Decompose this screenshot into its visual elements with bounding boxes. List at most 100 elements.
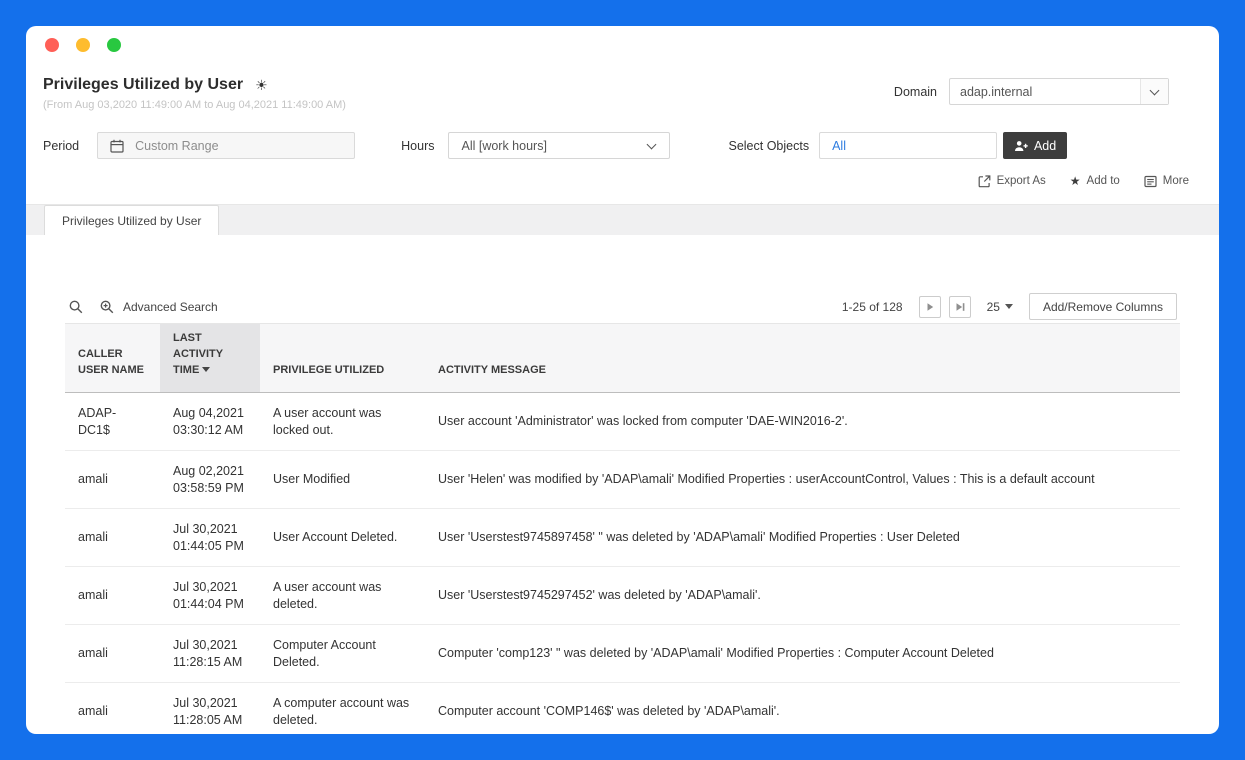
activity-date: Aug 04,2021 (173, 405, 248, 422)
minimize-window-button[interactable] (76, 38, 90, 52)
activity-date: Jul 30,2021 (173, 521, 248, 538)
table-toolbar: Advanced Search 1-25 of 128 25 (65, 290, 1180, 324)
chevron-down-icon (647, 139, 657, 149)
period-picker[interactable]: Custom Range (97, 132, 355, 159)
column-header-label: PRIVILEGE UTILIZED (273, 364, 384, 376)
report-date-range: (From Aug 03,2020 11:49:00 AM to Aug 04,… (43, 99, 346, 111)
cell-caller-user-name: amali (65, 683, 160, 735)
column-header-last-activity-time[interactable]: LAST ACTIVITY TIME (160, 324, 260, 393)
cell-last-activity-time: Aug 02,2021 03:58:59 PM (160, 451, 260, 509)
activity-date: Jul 30,2021 (173, 695, 248, 712)
domain-select-value: adap.internal (960, 85, 1032, 99)
table-row: ADAP-DC1$ Aug 04,2021 03:30:12 AM A user… (65, 393, 1180, 451)
tab-bar: Privileges Utilized by User (26, 204, 1219, 235)
advanced-search-icon (99, 299, 115, 315)
cell-last-activity-time: Aug 04,2021 03:30:12 AM (160, 393, 260, 451)
advanced-search-label: Advanced Search (123, 300, 218, 314)
select-objects-value: All (832, 139, 846, 153)
hours-select[interactable]: All [work hours] (448, 132, 670, 159)
export-as-button[interactable]: Export As (978, 175, 1046, 188)
advanced-search-button[interactable]: Advanced Search (99, 299, 218, 315)
table-row: amali Jul 30,2021 11:28:15 AM Computer A… (65, 625, 1180, 683)
table-header-row: CALLER USER NAME LAST ACTIVITY TIME PRIV… (65, 324, 1180, 393)
cell-activity-message: Computer account 'COMP146$' was deleted … (425, 683, 1180, 735)
table-row: amali Jul 30,2021 01:44:04 PM A user acc… (65, 567, 1180, 625)
report-title-block: Privileges Utilized by User ☀ (From Aug … (43, 76, 346, 111)
cell-caller-user-name: amali (65, 451, 160, 509)
pagination-range: 1-25 of 128 (842, 300, 903, 314)
cell-privilege-utilized: A computer account was deleted. (260, 683, 425, 735)
activity-date: Jul 30,2021 (173, 637, 248, 654)
cell-caller-user-name: ADAP-DC1$ (65, 393, 160, 451)
filters-row: Period Custom Range Hours All [work hour… (26, 132, 1219, 159)
cell-caller-user-name: amali (65, 625, 160, 683)
cell-privilege-utilized: User Account Deleted. (260, 509, 425, 567)
add-to-button[interactable]: ★ Add to (1070, 175, 1120, 187)
next-page-button[interactable] (919, 296, 941, 318)
search-icon[interactable] (68, 299, 84, 315)
export-as-label: Export As (997, 175, 1046, 187)
chevron-down-icon (1150, 85, 1160, 95)
column-header-caller-user-name[interactable]: CALLER USER NAME (65, 324, 160, 393)
maximize-window-button[interactable] (107, 38, 121, 52)
cell-activity-message: User account 'Administrator' was locked … (425, 393, 1180, 451)
domain-label: Domain (894, 85, 937, 99)
tab-privileges-utilized-by-user[interactable]: Privileges Utilized by User (44, 205, 219, 235)
report-table: CALLER USER NAME LAST ACTIVITY TIME PRIV… (65, 324, 1180, 734)
cell-privilege-utilized: User Modified (260, 451, 425, 509)
cell-privilege-utilized: A user account was locked out. (260, 393, 425, 451)
cell-last-activity-time: Jul 30,2021 01:44:04 PM (160, 567, 260, 625)
page-size-value: 25 (987, 300, 1000, 314)
activity-time: 01:44:04 PM (173, 596, 248, 613)
search-controls: Advanced Search (68, 299, 218, 315)
add-to-label: Add to (1087, 175, 1120, 187)
hours-label: Hours (401, 139, 434, 153)
export-icon (978, 175, 991, 188)
activity-time: 11:28:05 AM (173, 712, 248, 729)
domain-select[interactable]: adap.internal (949, 78, 1169, 105)
cell-activity-message: User 'Userstest9745297452' was deleted b… (425, 567, 1180, 625)
cell-activity-message: Computer 'comp123' " was deleted by 'ADA… (425, 625, 1180, 683)
report-actions: Export As ★ Add to More (26, 171, 1219, 191)
window-titlebar (26, 26, 1219, 64)
calendar-icon (110, 139, 124, 153)
add-remove-columns-button[interactable]: Add/Remove Columns (1029, 293, 1177, 320)
cell-activity-message: User 'Helen' was modified by 'ADAP\amali… (425, 451, 1180, 509)
activity-time: 01:44:05 PM (173, 538, 248, 555)
cell-privilege-utilized: Computer Account Deleted. (260, 625, 425, 683)
activity-time: 11:28:15 AM (173, 654, 248, 671)
table-row: amali Aug 02,2021 03:58:59 PM User Modif… (65, 451, 1180, 509)
pagination-controls: 1-25 of 128 25 Add/Remove Columns (842, 293, 1177, 320)
report-header: Privileges Utilized by User ☀ (From Aug … (26, 64, 1219, 111)
domain-select-caret-zone (1140, 79, 1168, 104)
cell-caller-user-name: amali (65, 567, 160, 625)
last-page-icon (954, 301, 966, 313)
select-objects-input[interactable]: All (819, 132, 997, 159)
hours-select-value: All [work hours] (461, 139, 546, 153)
cell-last-activity-time: Jul 30,2021 01:44:05 PM (160, 509, 260, 567)
period-value: Custom Range (135, 139, 218, 153)
column-header-label: ACTIVITY MESSAGE (438, 364, 546, 376)
period-label: Period (43, 139, 79, 153)
app-window: Privileges Utilized by User ☀ (From Aug … (26, 26, 1219, 734)
table-row: amali Jul 30,2021 01:44:05 PM User Accou… (65, 509, 1180, 567)
table-row: amali Jul 30,2021 11:28:05 AM A computer… (65, 683, 1180, 735)
desktop-background: { "report": { "title": "Privileges Utili… (0, 0, 1245, 760)
column-header-label: LAST ACTIVITY TIME (173, 332, 223, 376)
page-title: Privileges Utilized by User (43, 76, 243, 94)
next-page-icon (924, 301, 936, 313)
column-header-label: CALLER USER NAME (78, 348, 144, 376)
cell-last-activity-time: Jul 30,2021 11:28:15 AM (160, 625, 260, 683)
schedule-report-icon[interactable]: ☀ (255, 78, 268, 92)
star-icon: ★ (1070, 175, 1081, 187)
last-page-button[interactable] (949, 296, 971, 318)
more-label: More (1163, 175, 1189, 187)
column-header-privilege-utilized[interactable]: PRIVILEGE UTILIZED (260, 324, 425, 393)
page-size-dropdown[interactable]: 25 (987, 300, 1013, 314)
activity-time: 03:30:12 AM (173, 422, 248, 439)
more-button[interactable]: More (1144, 175, 1189, 188)
add-objects-button[interactable]: Add (1003, 132, 1067, 159)
close-window-button[interactable] (45, 38, 59, 52)
column-header-activity-message[interactable]: ACTIVITY MESSAGE (425, 324, 1180, 393)
domain-block: Domain adap.internal (894, 78, 1169, 105)
